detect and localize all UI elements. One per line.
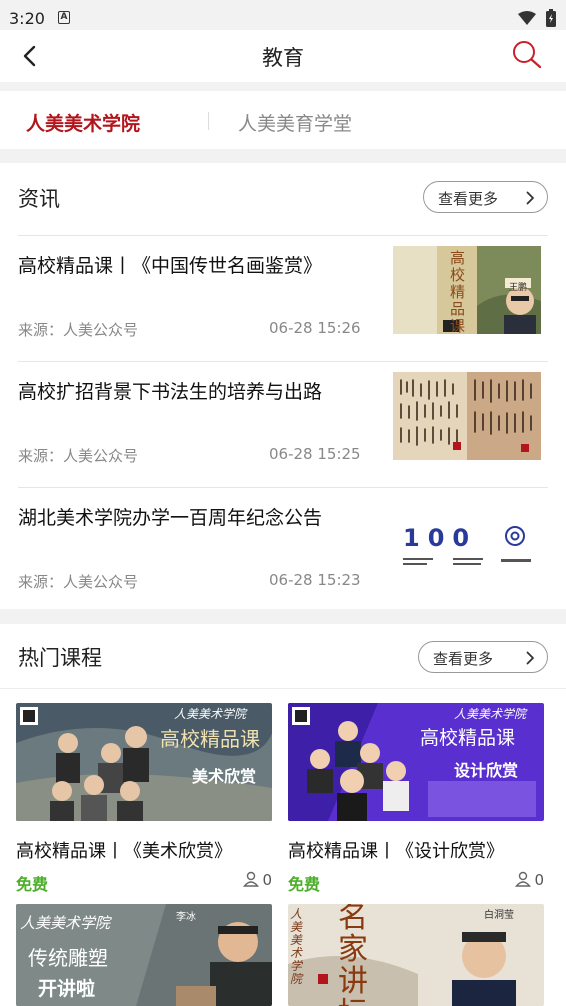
cover-brand: 人美美术学院 [454, 707, 527, 721]
news-item[interactable]: 高校精品课丨《中国传世名画鉴赏》 来源：人美公众号 06-28 15:26 高校… [18, 235, 548, 361]
status-time: 3:20 [9, 9, 45, 28]
news-section: 资讯 查看更多 高校精品课丨《中国传世名画鉴赏》 来源：人美公众号 06-28 … [0, 163, 566, 609]
thumb-name: 王鹏 [509, 283, 528, 293]
thumb-caption: 100 [403, 524, 478, 552]
chevron-right-icon [526, 651, 534, 665]
search-icon[interactable] [510, 40, 544, 70]
course-card[interactable]: 人美美术学院 传统雕塑 开讲啦 李冰 [16, 904, 272, 1006]
news-headline: 高校精品课丨《中国传世名画鉴赏》 [18, 255, 323, 277]
user-icon [243, 871, 260, 887]
course-card[interactable]: 人美美术学院 名家讲坛 白洞莹 [288, 904, 544, 1006]
cover-subtitle: 美术欣赏 [192, 767, 257, 786]
news-section-title: 资讯 [18, 187, 60, 211]
news-item[interactable]: 湖北美术学院办学一百周年纪念公告 来源：人美公众号 06-28 15:23 10… [18, 487, 548, 613]
cover-title: 名家讲坛 [338, 904, 368, 1006]
news-date: 06-28 15:25 [269, 445, 361, 463]
course-card[interactable]: 人美美术学院 高校精品课 美术欣赏 高校精品课丨《美术欣赏》 免费 0 [16, 703, 272, 894]
courses-more-label: 查看更多 [433, 650, 494, 668]
cover-subtitle: 开讲啦 [38, 978, 96, 1000]
news-item[interactable]: 高校扩招背景下书法生的培养与出路 来源：人美公众号 06-28 15:25 [18, 361, 548, 487]
tab-bar: 人美美术学院 人美美育学堂 [0, 91, 566, 149]
thumb-footnote-lines [403, 558, 531, 565]
course-title: 高校精品课丨《美术欣赏》 [16, 841, 232, 862]
learner-count: 0 [534, 871, 544, 889]
tab-aesthetic-school[interactable]: 人美美育学堂 [238, 109, 352, 136]
cover-title: 传统雕塑 [28, 946, 108, 970]
chevron-right-icon [526, 191, 534, 205]
course-learners: 0 [515, 871, 544, 889]
cover-brand: 人美美术学院 [20, 914, 111, 932]
top-app-bar: 教育 [0, 30, 566, 82]
course-card[interactable]: 人美美术学院 高校精品课 设计欣赏 高校精品课丨《设计欣赏》 免费 0 [288, 703, 544, 894]
courses-section-title: 热门课程 [18, 646, 102, 670]
news-thumbnail [393, 372, 541, 460]
cover-subtitle: 设计欣赏 [454, 761, 519, 780]
courses-section: 热门课程 查看更多 人美美术学院 高校精品课 美术欣赏 高校精品课丨《美术欣赏》… [0, 624, 566, 1006]
news-source: 来源：人美公众号 [18, 447, 139, 465]
course-price: 免费 [16, 875, 49, 894]
section-divider [0, 688, 566, 689]
news-headline: 高校扩招背景下书法生的培养与出路 [18, 381, 323, 403]
cover-name: 白洞莹 [484, 910, 514, 921]
cover-name: 李冰 [176, 912, 196, 923]
notification-badge-icon: A [58, 11, 70, 24]
thumb-caption: 高校精品课 [450, 249, 466, 335]
status-bar: 3:20 A [0, 0, 566, 34]
news-source: 来源：人美公众号 [18, 573, 139, 591]
course-cover: 人美美术学院 高校精品课 设计欣赏 [288, 703, 544, 821]
learner-count: 0 [262, 871, 272, 889]
battery-icon [546, 9, 556, 27]
course-cover: 人美美术学院 高校精品课 美术欣赏 [16, 703, 272, 821]
university-logo-icon [505, 526, 525, 546]
news-date: 06-28 15:23 [269, 571, 361, 589]
news-headline: 湖北美术学院办学一百周年纪念公告 [18, 507, 323, 529]
tab-art-academy[interactable]: 人美美术学院 [26, 109, 140, 136]
wifi-icon [518, 11, 536, 25]
tab-divider [208, 112, 209, 130]
cover-title: 高校精品课 [420, 727, 516, 749]
course-cover: 人美美术学院 名家讲坛 白洞莹 [288, 904, 544, 1006]
course-price: 免费 [288, 875, 321, 894]
news-more-button[interactable]: 查看更多 [423, 181, 548, 213]
news-thumbnail: 高校精品课 王鹏 [393, 246, 541, 334]
courses-more-button[interactable]: 查看更多 [418, 641, 548, 673]
news-date: 06-28 15:26 [269, 319, 361, 337]
user-icon [515, 871, 532, 887]
page-title: 教育 [262, 46, 304, 70]
course-title: 高校精品课丨《设计欣赏》 [288, 841, 504, 862]
news-more-label: 查看更多 [438, 190, 499, 208]
course-learners: 0 [243, 871, 272, 889]
cover-brand: 人美美术学院 [174, 707, 247, 721]
news-thumbnail: 100 [393, 498, 541, 586]
cover-brand: 人美美术学院 [290, 907, 303, 986]
course-cover: 人美美术学院 传统雕塑 开讲啦 李冰 [16, 904, 272, 1006]
news-source: 来源：人美公众号 [18, 321, 139, 339]
cover-title: 高校精品课 [160, 727, 260, 751]
